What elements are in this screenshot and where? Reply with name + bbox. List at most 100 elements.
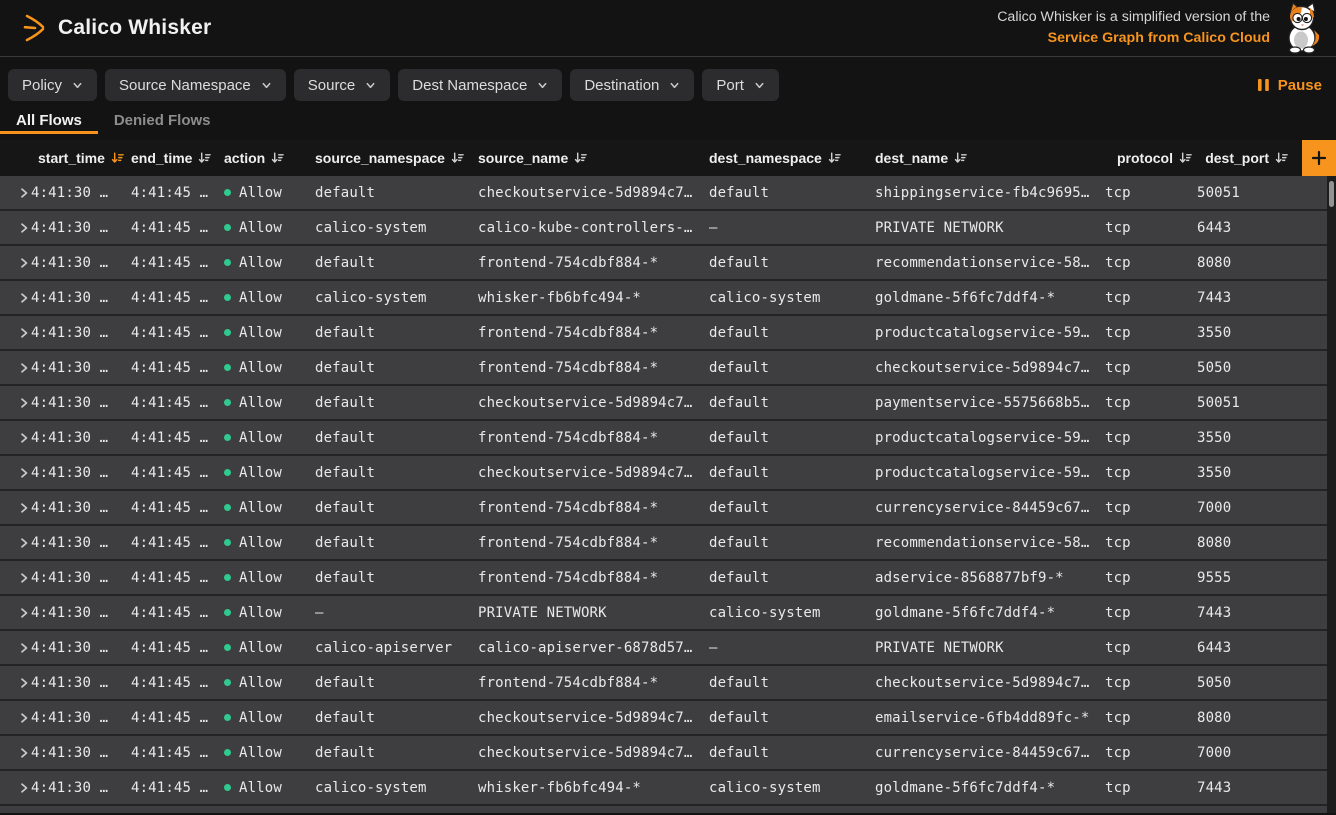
tab-bar: All FlowsDenied Flows (0, 106, 1336, 134)
column-header-dest_name[interactable]: dest_name (875, 150, 1105, 166)
scrollbar-track[interactable] (1327, 176, 1336, 813)
sort-icon (198, 152, 211, 164)
column-header-source_namespace[interactable]: source_namespace (315, 150, 478, 166)
sort-icon (1179, 152, 1192, 164)
expand-row-button[interactable] (19, 222, 30, 234)
expand-row-icon (19, 572, 29, 584)
cell-source_namespace: default (315, 500, 478, 516)
column-header-action[interactable]: action (224, 150, 315, 166)
table-row[interactable]: 4:41:30 …4:41:45 …Allowdefaultcheckoutse… (0, 701, 1336, 736)
table-row[interactable]: 4:41:30 …4:41:45 …Allowdefaultfrontend-7… (0, 246, 1336, 281)
expand-row-icon (19, 187, 29, 199)
expand-row-button[interactable] (19, 432, 30, 444)
cell-protocol: tcp (1105, 745, 1197, 761)
cell-protocol: tcp (1105, 360, 1197, 376)
allow-status-dot (224, 609, 231, 616)
cell-dest_name: PRIVATE NETWORK (875, 640, 1105, 656)
cell-dest_port: 6443 (1197, 640, 1336, 656)
table-row[interactable]: 4:41:30 …4:41:45 …Allowcalico-apiserverc… (0, 631, 1336, 666)
column-header-source_name[interactable]: source_name (478, 150, 709, 166)
table-row[interactable]: 4:41:30 …4:41:45 …Allowdefaultfrontend-7… (0, 491, 1336, 526)
expand-row-button[interactable] (19, 677, 30, 689)
pause-button[interactable]: Pause (1257, 69, 1322, 101)
filter-destination[interactable]: Destination (570, 69, 694, 101)
service-graph-link[interactable]: Service Graph from Calico Cloud (997, 28, 1270, 49)
expand-row-button[interactable] (19, 747, 30, 759)
expand-row-button[interactable] (19, 327, 30, 339)
expand-row-button[interactable] (19, 187, 30, 199)
expand-row-button[interactable] (19, 642, 30, 654)
cell-dest_name: productcatalogservice-59… (875, 430, 1105, 446)
tab-denied-flows[interactable]: Denied Flows (98, 106, 227, 134)
allow-status-dot (224, 679, 231, 686)
table-row[interactable]: 4:41:30 …4:41:45 …Allowdefaultfrontend-7… (0, 351, 1336, 386)
expand-row-button[interactable] (19, 397, 30, 409)
cell-source_name: whisker-fb6bfc494-* (478, 780, 709, 796)
cell-protocol: tcp (1105, 395, 1197, 411)
cell-dest_name: goldmane-5f6fc7ddf4-* (875, 290, 1105, 306)
table-row[interactable]: 4:41:30 …4:41:45 …Allowdefaultfrontend-7… (0, 316, 1336, 351)
filter-source[interactable]: Source (294, 69, 391, 101)
add-column-button[interactable] (1302, 140, 1336, 176)
column-header-protocol[interactable]: protocol (1105, 150, 1197, 166)
cell-protocol: tcp (1105, 465, 1197, 481)
cell-source_name: calico-apiserver-6878d57… (478, 640, 709, 656)
cell-action: Allow (224, 570, 315, 586)
expand-row-icon (19, 257, 29, 269)
table-row[interactable]: 4:41:30 …4:41:45 …Allowcalico-systemcali… (0, 211, 1336, 246)
expand-row-button[interactable] (19, 467, 30, 479)
allow-status-dot (224, 644, 231, 651)
cell-dest_name: recommendationservice-58… (875, 535, 1105, 551)
table-row[interactable]: 4:41:30 …4:41:45 …Allowdefaultfrontend-7… (0, 666, 1336, 701)
table-row[interactable]: 4:41:30 …4:41:45 …Allowdefaultcheckoutse… (0, 386, 1336, 421)
table-row[interactable]: 4:41:30 …4:41:45 …Allowdefaultfrontend-7… (0, 526, 1336, 561)
cell-dest_port: 5050 (1197, 360, 1336, 376)
column-header-start_time[interactable]: start_time (31, 150, 131, 166)
cell-dest_namespace: default (709, 465, 875, 481)
cell-dest_port: 7443 (1197, 605, 1336, 621)
cell-dest_port: 7443 (1197, 780, 1336, 796)
allow-status-dot (224, 434, 231, 441)
table-row[interactable]: 4:41:30 …4:41:45 …Allowdefaultfrontend-7… (0, 561, 1336, 596)
filter-policy[interactable]: Policy (8, 69, 97, 101)
tab-all-flows[interactable]: All Flows (0, 106, 98, 134)
table-row[interactable]: 4:41:30 …4:41:45 …Allowdefaultcheckoutse… (0, 176, 1336, 211)
cell-source_namespace: default (315, 395, 478, 411)
cell-dest_port: 3550 (1197, 325, 1336, 341)
table-row[interactable]: 4:41:30 …4:41:45 …Allowdefaultfrontend-7… (0, 421, 1336, 456)
column-header-dest_namespace[interactable]: dest_namespace (709, 150, 875, 166)
cell-source_name: whisker-fb6bfc494-* (478, 290, 709, 306)
table-row[interactable]: 4:41:30 …4:41:45 …Allowcalico-systemwhis… (0, 771, 1336, 806)
plus-icon (1311, 150, 1327, 166)
expand-row-button[interactable] (19, 607, 30, 619)
cell-dest_name: currencyservice-84459c67… (875, 745, 1105, 761)
expand-row-button[interactable] (19, 782, 30, 794)
cell-start_time: 4:41:30 … (31, 360, 131, 376)
column-header-end_time[interactable]: end_time (131, 150, 224, 166)
filter-dest-namespace[interactable]: Dest Namespace (398, 69, 562, 101)
cell-protocol: tcp (1105, 675, 1197, 691)
expand-row-icon (19, 607, 29, 619)
table-row[interactable]: 4:41:30 …4:41:45 …Allow–PRIVATE NETWORKc… (0, 596, 1336, 631)
filter-source-namespace[interactable]: Source Namespace (105, 69, 286, 101)
cell-action: Allow (224, 325, 315, 341)
filter-port[interactable]: Port (702, 69, 779, 101)
allow-status-dot (224, 714, 231, 721)
cell-start_time: 4:41:30 … (31, 255, 131, 271)
table-row-partial[interactable] (0, 806, 1336, 813)
expand-row-button[interactable] (19, 502, 30, 514)
cell-end_time: 4:41:45 … (131, 255, 224, 271)
cell-start_time: 4:41:30 … (31, 745, 131, 761)
scrollbar-thumb[interactable] (1329, 181, 1334, 207)
expand-row-button[interactable] (19, 362, 30, 374)
table-row[interactable]: 4:41:30 …4:41:45 …Allowdefaultcheckoutse… (0, 456, 1336, 491)
expand-row-button[interactable] (19, 292, 30, 304)
chevron-down-icon (261, 80, 272, 91)
table-row[interactable]: 4:41:30 …4:41:45 …Allowdefaultcheckoutse… (0, 736, 1336, 771)
expand-row-button[interactable] (19, 572, 30, 584)
cell-start_time: 4:41:30 … (31, 780, 131, 796)
table-row[interactable]: 4:41:30 …4:41:45 …Allowcalico-systemwhis… (0, 281, 1336, 316)
expand-row-button[interactable] (19, 537, 30, 549)
expand-row-button[interactable] (19, 712, 30, 724)
expand-row-button[interactable] (19, 257, 30, 269)
